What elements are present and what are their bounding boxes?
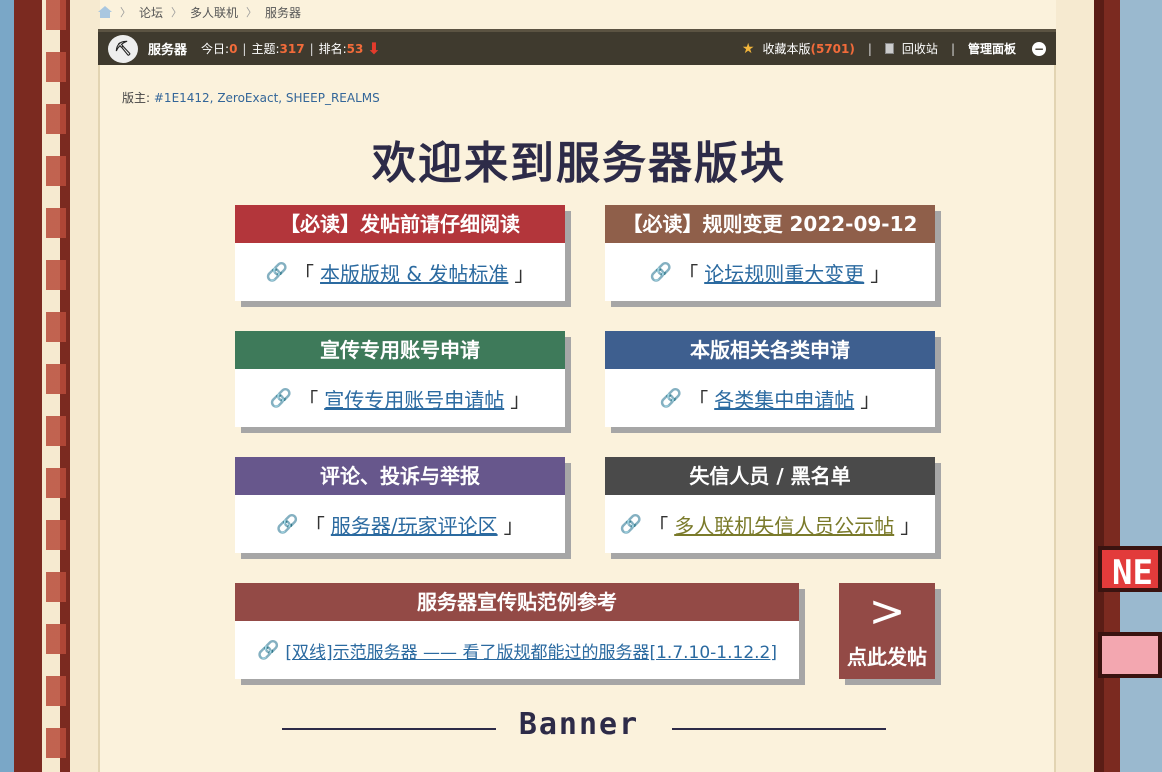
chevron-right-icon: 〉 xyxy=(246,6,258,19)
favorite-label: 收藏本版 xyxy=(762,42,811,56)
card-link[interactable]: 各类集中申请帖 xyxy=(714,384,854,413)
card-body: 🔗 「 各类集中申请帖」 xyxy=(605,369,935,427)
breadcrumb-multiplayer[interactable]: 多人联机 xyxy=(190,4,238,21)
bracket-open: 「 xyxy=(648,513,669,538)
card-title: 失信人员 / 黑名单 xyxy=(605,457,935,495)
arrow-right-icon: > xyxy=(868,586,906,637)
card-link[interactable]: [双线]示范服务器 —— 看了版规都能过的服务器[1.7.10-1.12.2] xyxy=(285,638,777,663)
card-title: 宣传专用账号申请 xyxy=(235,331,565,369)
forum-logo-icon: ⛏ xyxy=(108,34,138,63)
bracket-close: 」 xyxy=(870,261,891,286)
new-tag-decoration[interactable]: NE xyxy=(1098,546,1162,593)
moderators-label: 版主: xyxy=(122,91,151,105)
card-link[interactable]: 服务器/玩家评论区 xyxy=(331,510,498,539)
home-icon[interactable] xyxy=(98,6,112,18)
bracket-close: 」 xyxy=(503,513,524,538)
recycle-link[interactable]: 回收站 xyxy=(902,40,938,57)
breadcrumb-server[interactable]: 服务器 xyxy=(265,4,301,21)
card-reports: 评论、投诉与举报 🔗 「 服务器/玩家评论区」 xyxy=(235,457,565,553)
breadcrumb-forum[interactable]: 论坛 xyxy=(139,4,163,21)
rank-label: 排名: xyxy=(318,42,347,56)
card-body: 🔗 [双线]示范服务器 —— 看了版规都能过的服务器[1.7.10-1.12.2… xyxy=(235,621,799,679)
forum-actions: ★ 收藏本版(5701) | 回收站 | 管理面板 − xyxy=(742,40,1046,57)
new-post-button[interactable]: > 点此发帖 xyxy=(839,583,935,679)
left-decoration xyxy=(0,0,100,772)
favorite-link[interactable]: 收藏本版(5701) xyxy=(762,40,854,57)
separator: | xyxy=(309,41,314,56)
collapse-icon[interactable]: − xyxy=(1032,41,1046,56)
separator: | xyxy=(950,41,955,56)
card-link[interactable]: 多人联机失信人员公示帖 xyxy=(674,510,894,539)
card-title: 【必读】规则变更 2022-09-12 xyxy=(605,205,935,243)
topics-label: 主题: xyxy=(251,42,280,56)
forum-name: 服务器 xyxy=(148,43,188,58)
separator: | xyxy=(242,41,247,56)
card-link[interactable]: 本版版规 & 发帖标准 xyxy=(320,258,508,287)
card-title: 本版相关各类申请 xyxy=(605,331,935,369)
today-label: 今日: xyxy=(201,42,230,56)
card-promo-account: 宣传专用账号申请 🔗 「 宣传专用账号申请帖」 xyxy=(235,331,565,427)
card-title: 评论、投诉与举报 xyxy=(235,457,565,495)
bracket-open: 「 xyxy=(304,513,325,538)
moderators: 版主: #1E1412, ZeroExact, SHEEP_REALMS xyxy=(122,89,380,106)
bracket-close: 」 xyxy=(510,387,531,412)
welcome-title: 欢迎来到服务器版块 xyxy=(372,138,786,189)
card-body: 🔗 「 服务器/玩家评论区」 xyxy=(235,495,565,553)
breadcrumb: 〉 论坛 〉 多人联机 〉 服务器 xyxy=(98,2,301,22)
chevron-right-icon: 〉 xyxy=(120,6,131,19)
chevron-right-icon: 〉 xyxy=(171,6,183,19)
star-icon: ★ xyxy=(741,40,755,57)
card-example: 服务器宣传贴范例参考 🔗 [双线]示范服务器 —— 看了版规都能过的服务器[1.… xyxy=(235,583,799,679)
rank-down-arrow-icon: ⬇ xyxy=(367,39,381,58)
card-body: 🔗 「 本版版规 & 发帖标准」 xyxy=(235,243,565,301)
bracket-close: 」 xyxy=(900,513,921,538)
bracket-open: 「 xyxy=(298,387,319,412)
pink-tag-decoration[interactable] xyxy=(1098,632,1162,678)
link-icon: 🔗 xyxy=(659,387,683,409)
bracket-open: 「 xyxy=(678,261,699,286)
bracket-close: 」 xyxy=(860,387,881,412)
card-body: 🔗 「 宣传专用账号申请帖」 xyxy=(235,369,565,427)
card-rule-change: 【必读】规则变更 2022-09-12 🔗 「 论坛规则重大变更」 xyxy=(605,205,935,301)
rank-value: 53 xyxy=(346,41,364,56)
link-icon: 🔗 xyxy=(649,261,673,283)
card-title: 【必读】发帖前请仔细阅读 xyxy=(235,205,565,243)
today-value: 0 xyxy=(229,41,238,56)
card-applications: 本版相关各类申请 🔗 「 各类集中申请帖」 xyxy=(605,331,935,427)
link-icon: 🔗 xyxy=(256,639,280,661)
separator: | xyxy=(867,41,872,56)
recycle-bin-icon xyxy=(884,43,894,54)
admin-panel-link[interactable]: 管理面板 xyxy=(968,40,1016,57)
card-link[interactable]: 宣传专用账号申请帖 xyxy=(324,384,504,413)
new-post-label: 点此发帖 xyxy=(847,645,927,669)
card-body: 🔗 「 论坛规则重大变更」 xyxy=(605,243,935,301)
card-body: 🔗 「 多人联机失信人员公示帖」 xyxy=(605,495,935,553)
bracket-open: 「 xyxy=(688,387,709,412)
moderators-names[interactable]: #1E1412, ZeroExact, SHEEP_REALMS xyxy=(154,91,380,105)
bracket-close: 」 xyxy=(514,261,535,286)
rope-decoration xyxy=(46,0,66,772)
link-icon: 🔗 xyxy=(265,261,289,283)
card-link[interactable]: 论坛规则重大变更 xyxy=(704,258,864,287)
topics-value: 317 xyxy=(279,41,305,56)
favorite-count: (5701) xyxy=(810,42,855,56)
link-icon: 🔗 xyxy=(619,513,643,535)
banner-title: Banner xyxy=(518,707,640,742)
card-title: 服务器宣传贴范例参考 xyxy=(235,583,799,621)
link-icon: 🔗 xyxy=(269,387,293,409)
card-must-read: 【必读】发帖前请仔细阅读 🔗 「 本版版规 & 发帖标准」 xyxy=(235,205,565,301)
bracket-open: 「 xyxy=(294,261,315,286)
card-blacklist: 失信人员 / 黑名单 🔗 「 多人联机失信人员公示帖」 xyxy=(605,457,935,553)
main-panel: 版主: #1E1412, ZeroExact, SHEEP_REALMS 欢迎来… xyxy=(98,65,1056,772)
link-icon: 🔗 xyxy=(276,513,299,535)
divider-right xyxy=(672,728,886,730)
forum-header-bar: ⛏ 服务器 今日: 0 | 主题: 317 | 排名: 53 ⬇ ★ 收藏本版(… xyxy=(98,29,1056,65)
